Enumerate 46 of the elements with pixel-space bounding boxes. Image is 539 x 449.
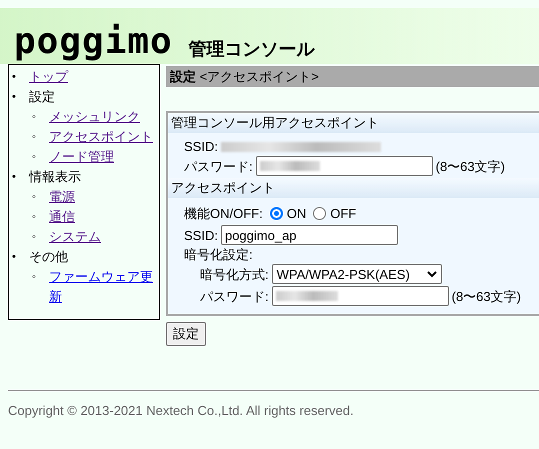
section-heading: 管理コンソール用アクセスポイント [168, 113, 539, 133]
password-field[interactable] [256, 156, 433, 176]
nav-section-label: その他 [29, 248, 68, 266]
copyright-text: Copyright © 2013-2021 Nextech Co.,Ltd. All rights reserved. [7, 402, 355, 420]
field-hint: (8〜63文字) [452, 288, 521, 306]
nav-link[interactable]: 電源 [49, 187, 75, 207]
ssid-field[interactable]: poggimo_ap [220, 225, 398, 245]
field-label: 暗号化方式: [200, 266, 269, 284]
nav-link[interactable]: ファームウェア更新 [49, 267, 154, 307]
field-label: パスワード: [184, 158, 253, 176]
nav-link[interactable]: システム [49, 227, 101, 247]
bullet: ◦ [32, 210, 37, 225]
bullet: ◦ [32, 130, 37, 145]
field-label: 暗号化設定: [184, 246, 253, 264]
field-label: SSID: [184, 138, 218, 156]
radio-option[interactable]: ON [270, 204, 306, 223]
field-label: 機能ON/OFF: [184, 205, 263, 223]
bullet: • [12, 70, 17, 85]
submit-button[interactable]: 設定 [166, 322, 206, 346]
page-subtitle: <アクセスポイント> [200, 69, 319, 84]
bullet: ◦ [32, 270, 37, 285]
password-field[interactable] [272, 286, 449, 306]
section-heading: アクセスポイント [168, 178, 539, 198]
field-label: SSID: [184, 226, 218, 244]
page-title: 設定 [170, 69, 196, 84]
subtitle: 管理コンソール [188, 40, 315, 60]
bullet: • [12, 170, 17, 185]
bullet: ◦ [32, 110, 37, 125]
field-hint: (8〜63文字) [436, 158, 505, 176]
field-label: パスワード: [200, 288, 269, 306]
bullet: • [12, 250, 17, 265]
bullet: ◦ [32, 230, 37, 245]
nav-link[interactable]: トップ [29, 67, 68, 87]
nav-link[interactable]: メッシュリンク [49, 107, 140, 127]
radio-option[interactable]: OFF [313, 204, 356, 223]
bullet: ◦ [32, 190, 37, 205]
bullet: ◦ [32, 150, 37, 165]
nav-section-label: 情報表示 [29, 168, 81, 186]
logo: poggimo [14, 24, 173, 60]
nav-link[interactable]: ノード管理 [49, 147, 114, 167]
nav-link[interactable]: アクセスポイント [49, 127, 153, 147]
caret-icon [426, 270, 437, 278]
bullet: • [12, 90, 17, 105]
nav-section-label: 設定 [29, 88, 55, 106]
encryption-select[interactable]: WPA/WPA2-PSK(AES) [272, 264, 442, 284]
nav-link[interactable]: 通信 [49, 207, 75, 227]
